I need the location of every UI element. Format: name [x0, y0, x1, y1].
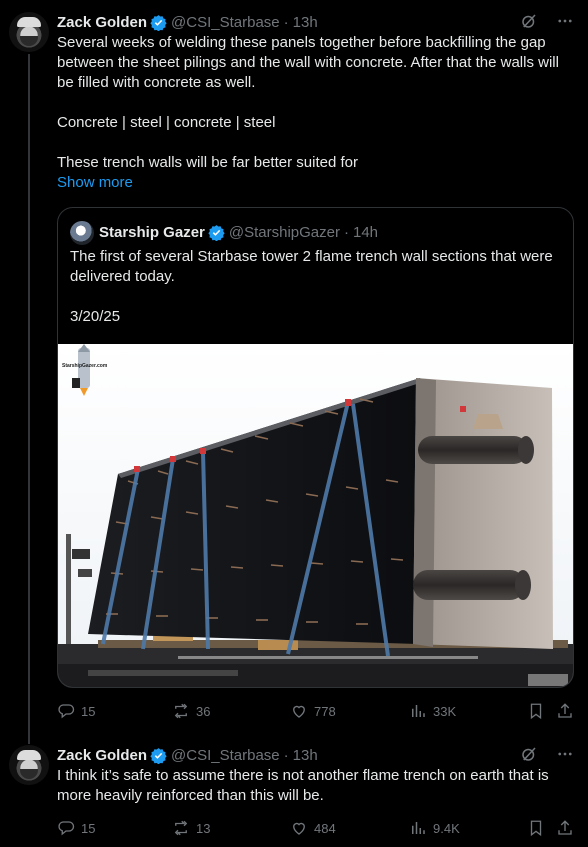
like-count: 484: [314, 820, 336, 836]
post-text: I think it’s safe to assume there is not…: [57, 766, 572, 806]
post-actions: 15 36 778 33K: [57, 702, 574, 722]
author-handle[interactable]: @CSI_Starbase: [171, 14, 280, 31]
thread-line: [28, 54, 30, 744]
post-paragraph: Concrete | steel | concrete | steel: [57, 114, 276, 131]
quoted-header: Starship Gazer @StarshipGazer · 14h: [99, 222, 378, 242]
more-icon[interactable]: [556, 12, 574, 30]
post-actions: 15 13 484 9.4K: [57, 819, 574, 839]
post-time[interactable]: 13h: [293, 747, 318, 764]
author-name[interactable]: Zack Golden: [57, 747, 147, 764]
like-icon: [293, 705, 305, 718]
bookmark-icon: [530, 703, 542, 720]
share-icon: [558, 703, 572, 718]
post-top-actions: [520, 12, 574, 30]
quoted-author-name[interactable]: Starship Gazer: [99, 224, 205, 241]
post[interactable]: Zack Golden @CSI_Starbase · 13h I think …: [0, 733, 588, 847]
post-paragraph: These trench walls will be far better su…: [57, 154, 358, 171]
separator-dot: ·: [283, 746, 289, 764]
repost-icon: [174, 703, 188, 719]
reply-button[interactable]: 15: [57, 819, 95, 837]
quoted-paragraph: The first of several Starbase tower 2 fl…: [70, 248, 553, 285]
share-button[interactable]: [556, 702, 574, 720]
views-icon: [412, 705, 425, 717]
post-header: Zack Golden @CSI_Starbase · 13h: [57, 745, 318, 765]
views-button[interactable]: 9.4K: [409, 819, 460, 837]
grok-icon[interactable]: [520, 745, 538, 763]
post-time[interactable]: 13h: [293, 14, 318, 31]
views-icon: [412, 822, 425, 834]
show-more-link[interactable]: Show more: [57, 174, 133, 191]
views-count: 33K: [433, 703, 457, 719]
grok-icon[interactable]: [520, 12, 538, 30]
bookmark-button[interactable]: [527, 819, 545, 837]
like-count: 778: [314, 703, 336, 719]
post-text: Several weeks of welding these panels to…: [57, 33, 572, 173]
verified-badge-icon: [150, 747, 167, 764]
reply-count: 15: [81, 703, 96, 719]
quoted-text: The first of several Starbase tower 2 fl…: [70, 247, 560, 327]
bookmark-icon: [530, 820, 542, 837]
reply-button[interactable]: 15: [57, 702, 95, 720]
views-count: 9.4K: [433, 820, 460, 836]
quoted-photo[interactable]: [58, 344, 574, 688]
reply-icon: [58, 821, 75, 836]
views-button[interactable]: 33K: [409, 702, 456, 720]
more-icon[interactable]: [556, 745, 574, 763]
author-name[interactable]: Zack Golden: [57, 14, 147, 31]
repost-button[interactable]: 13: [172, 819, 210, 837]
quoted-post[interactable]: Starship Gazer @StarshipGazer · 14h The …: [57, 207, 574, 688]
avatar[interactable]: [9, 745, 49, 785]
repost-count: 36: [196, 703, 211, 719]
repost-icon: [174, 820, 188, 836]
quoted-paragraph: 3/20/25: [70, 308, 121, 325]
share-icon: [558, 820, 572, 835]
post-top-actions: [520, 745, 574, 763]
author-handle[interactable]: @CSI_Starbase: [171, 747, 280, 764]
post-paragraph: Several weeks of welding these panels to…: [57, 34, 559, 91]
verified-badge-icon: [208, 224, 225, 241]
separator-dot: ·: [283, 13, 289, 31]
reply-count: 15: [81, 820, 96, 836]
avatar[interactable]: [9, 12, 49, 52]
separator-dot: ·: [343, 223, 349, 241]
post[interactable]: Zack Golden @CSI_Starbase · 13h Several …: [0, 0, 588, 744]
repost-count: 13: [196, 820, 211, 836]
quoted-avatar[interactable]: [70, 221, 94, 245]
like-icon: [293, 822, 305, 835]
quoted-author-handle[interactable]: @StarshipGazer: [229, 224, 340, 241]
verified-badge-icon: [150, 14, 167, 31]
like-button[interactable]: 484: [290, 819, 336, 837]
post-paragraph: I think it’s safe to assume there is not…: [57, 767, 549, 804]
share-button[interactable]: [556, 819, 574, 837]
bookmark-button[interactable]: [527, 702, 545, 720]
repost-button[interactable]: 36: [172, 702, 210, 720]
photo-watermark: StarshipGazer.com: [62, 363, 108, 369]
post-header: Zack Golden @CSI_Starbase · 13h: [57, 12, 318, 32]
quoted-post-time[interactable]: 14h: [353, 224, 378, 241]
like-button[interactable]: 778: [290, 702, 336, 720]
reply-icon: [58, 704, 75, 719]
